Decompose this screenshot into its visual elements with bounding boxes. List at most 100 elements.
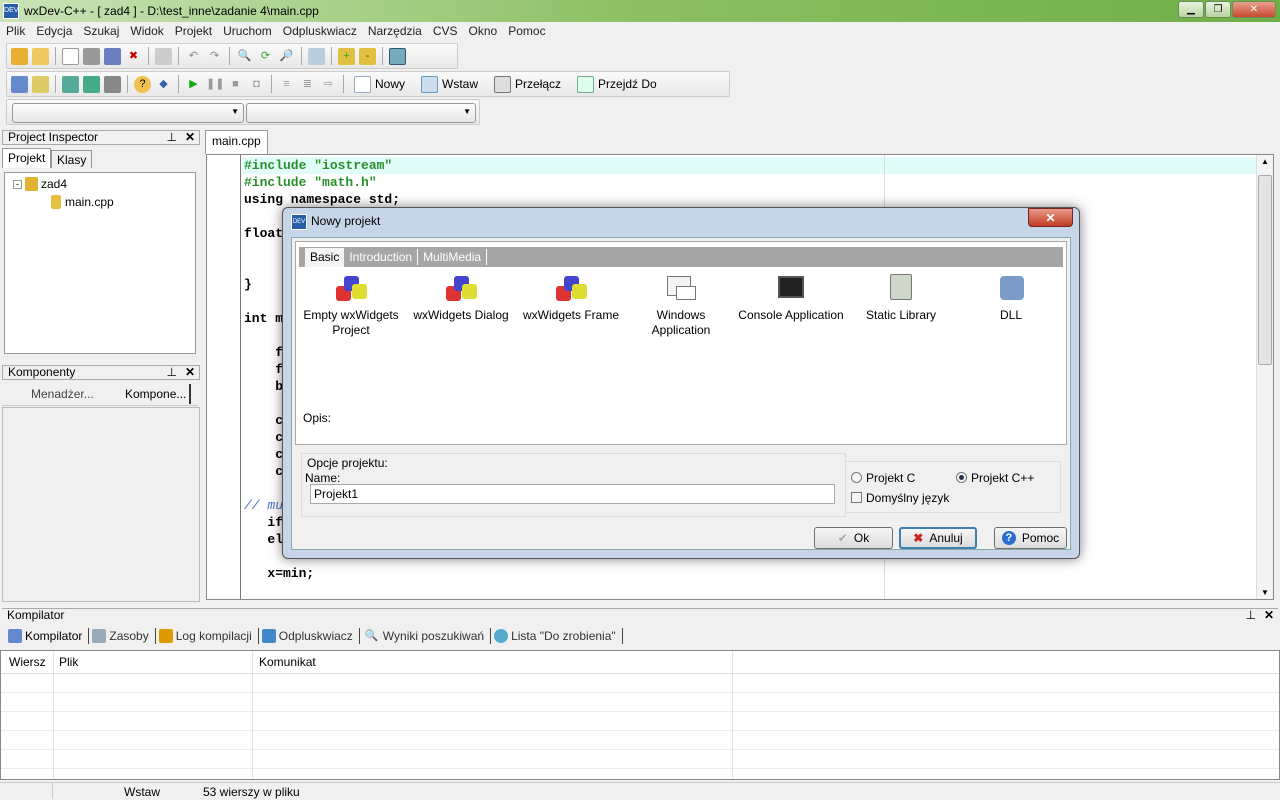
template-wxwidgets-dialog[interactable]: wxWidgets Dialog [407, 274, 515, 323]
search-icon[interactable]: 🔍 [236, 48, 253, 65]
goto-line-icon[interactable] [308, 47, 325, 65]
menu-narzedzia[interactable]: Narzędzia [362, 22, 427, 40]
menu-odpluskwiacz[interactable]: Odpluskwiacz [277, 22, 362, 40]
redo-icon[interactable]: ↷ [206, 48, 223, 65]
template-wxwidgets-frame[interactable]: wxWidgets Frame [517, 274, 625, 323]
tab-search-results[interactable]: Wyniki poszukiwań [380, 629, 487, 643]
open-folder-icon[interactable] [32, 47, 49, 65]
about-icon[interactable]: ◆ [155, 76, 172, 93]
template-empty-wxwidgets[interactable]: Empty wxWidgets Project [297, 274, 405, 338]
tab-introduction[interactable]: Introduction [344, 249, 419, 265]
print-icon[interactable] [155, 47, 172, 65]
template-static-library[interactable]: Static Library [847, 274, 955, 323]
tab-zasoby[interactable]: Zasoby [106, 629, 151, 643]
compile-project-icon[interactable] [32, 75, 49, 93]
scroll-thumb[interactable] [1258, 175, 1272, 365]
project-options-icon[interactable] [389, 47, 406, 65]
tab-todo[interactable]: Lista "Do zrobienia" [508, 629, 619, 643]
template-dll[interactable]: DLL [957, 274, 1065, 323]
tab-multimedia[interactable]: MultiMedia [418, 249, 488, 265]
tab-klasy[interactable]: Klasy [51, 150, 93, 168]
column-header-wiersz[interactable]: Wiersz [9, 655, 46, 669]
dialog-close-button[interactable]: ✕ [1028, 208, 1073, 227]
arrow-icon[interactable]: ⇨ [320, 76, 337, 93]
run-icon[interactable]: ▶ [185, 76, 202, 93]
cancel-button[interactable]: ✖ Anuluj [899, 527, 977, 549]
tree-node-file[interactable]: main.cpp [51, 195, 114, 209]
ok-button[interactable]: ✔ Ok [814, 527, 893, 549]
template-console-application[interactable]: Console Application [737, 274, 845, 323]
menu-pomoc[interactable]: Pomoc [502, 22, 550, 40]
language-group: Projekt C Projekt C++ Domyślny język [845, 461, 1061, 513]
maximize-button[interactable]: ❐ [1205, 1, 1231, 18]
radio-projekt-c[interactable]: Projekt C [851, 471, 915, 485]
replace-icon[interactable]: ⟳ [257, 48, 274, 65]
save-icon[interactable] [83, 47, 100, 65]
radio-projekt-cpp[interactable]: Projekt C++ [956, 471, 1034, 485]
menu-projekt[interactable]: Projekt [169, 22, 217, 40]
indent-icon[interactable]: ≡ [278, 76, 295, 93]
tab-basic[interactable]: Basic [305, 248, 345, 267]
tab-manager[interactable]: Menadżer... [31, 387, 94, 401]
pin-icon[interactable]: ⊥ [167, 366, 177, 379]
collapse-icon[interactable]: - [13, 179, 22, 189]
add-to-project-icon[interactable]: + [338, 47, 355, 65]
tab-kompilator[interactable]: Kompilator [22, 629, 85, 643]
remove-from-project-icon[interactable]: - [359, 47, 376, 65]
menu-uruchom[interactable]: Uruchom [217, 22, 277, 40]
class-combo[interactable] [12, 103, 244, 123]
project-inspector-title: Project Inspector [8, 130, 99, 144]
default-language-checkbox[interactable]: Domyślny język [851, 491, 949, 505]
menu-szukaj[interactable]: Szukaj [77, 22, 124, 40]
save-all-icon[interactable] [104, 47, 121, 65]
menu-okno[interactable]: Okno [463, 22, 503, 40]
clean-icon[interactable] [104, 75, 121, 93]
tab-log[interactable]: Log kompilacji [173, 629, 255, 643]
goto-button[interactable]: Przejdź Do [573, 75, 665, 93]
tab-components[interactable]: Kompone... [102, 384, 192, 404]
pause-icon[interactable]: ❚❚ [206, 76, 224, 93]
menu-cvs[interactable]: CVS [427, 22, 463, 40]
compile-icon[interactable] [11, 75, 28, 93]
editor-tab-main-cpp[interactable]: main.cpp [205, 130, 268, 154]
main-toolbar: ✖ ↶ ↷ 🔍 ⟳ 🔎 + - [6, 43, 458, 69]
menu-plik[interactable]: Plik [0, 22, 30, 40]
minimize-button[interactable]: ▁ [1178, 1, 1204, 18]
tab-odpluskwiacz[interactable]: Odpluskwiacz [276, 629, 356, 643]
vertical-scrollbar[interactable]: ▲ ▼ [1256, 155, 1273, 599]
close-panel-icon[interactable]: ✕ [185, 131, 195, 144]
close-button[interactable]: ✕ [1232, 1, 1276, 18]
undo-icon[interactable]: ↶ [185, 48, 202, 65]
tree-node-root[interactable]: - zad4 [13, 177, 67, 191]
new-button[interactable]: Nowy [350, 75, 413, 93]
member-combo[interactable] [246, 103, 476, 123]
column-header-plik[interactable]: Plik [59, 655, 78, 669]
help-button[interactable]: ? Pomoc [994, 527, 1067, 549]
stop-icon[interactable]: ■ [227, 76, 244, 93]
help-icon[interactable]: ? [134, 75, 151, 93]
insert-button[interactable]: Wstaw [417, 75, 486, 93]
pin-icon[interactable]: ⊥ [1246, 609, 1256, 622]
close-file-icon[interactable]: ✖ [125, 48, 142, 65]
step-icon[interactable]: ◘ [248, 76, 265, 93]
column-header-komunikat[interactable]: Komunikat [259, 655, 316, 669]
toggle-button[interactable]: Przełącz [490, 75, 569, 93]
goto-label: Przejdź Do [598, 77, 657, 91]
close-panel-icon[interactable]: ✕ [1264, 609, 1274, 622]
menu-edycja[interactable]: Edycja [30, 22, 77, 40]
compile-run-icon[interactable] [62, 75, 79, 93]
unindent-icon[interactable]: ≣ [299, 76, 316, 93]
template-windows-application[interactable]: Windows Application [627, 274, 735, 338]
project-name-input[interactable] [310, 484, 835, 504]
rebuild-icon[interactable] [83, 75, 100, 93]
new-project-icon[interactable] [11, 47, 28, 65]
check-icon: ✔ [837, 531, 848, 545]
project-inspector-header: Project Inspector ⊥ ✕ [2, 130, 200, 145]
new-file-icon[interactable] [62, 47, 79, 65]
close-panel-icon[interactable]: ✕ [185, 366, 195, 379]
pin-icon[interactable]: ⊥ [167, 131, 177, 144]
new-file-icon [354, 75, 371, 93]
tab-projekt[interactable]: Projekt [2, 148, 52, 168]
menu-widok[interactable]: Widok [124, 22, 168, 40]
find-next-icon[interactable]: 🔎 [278, 48, 295, 65]
